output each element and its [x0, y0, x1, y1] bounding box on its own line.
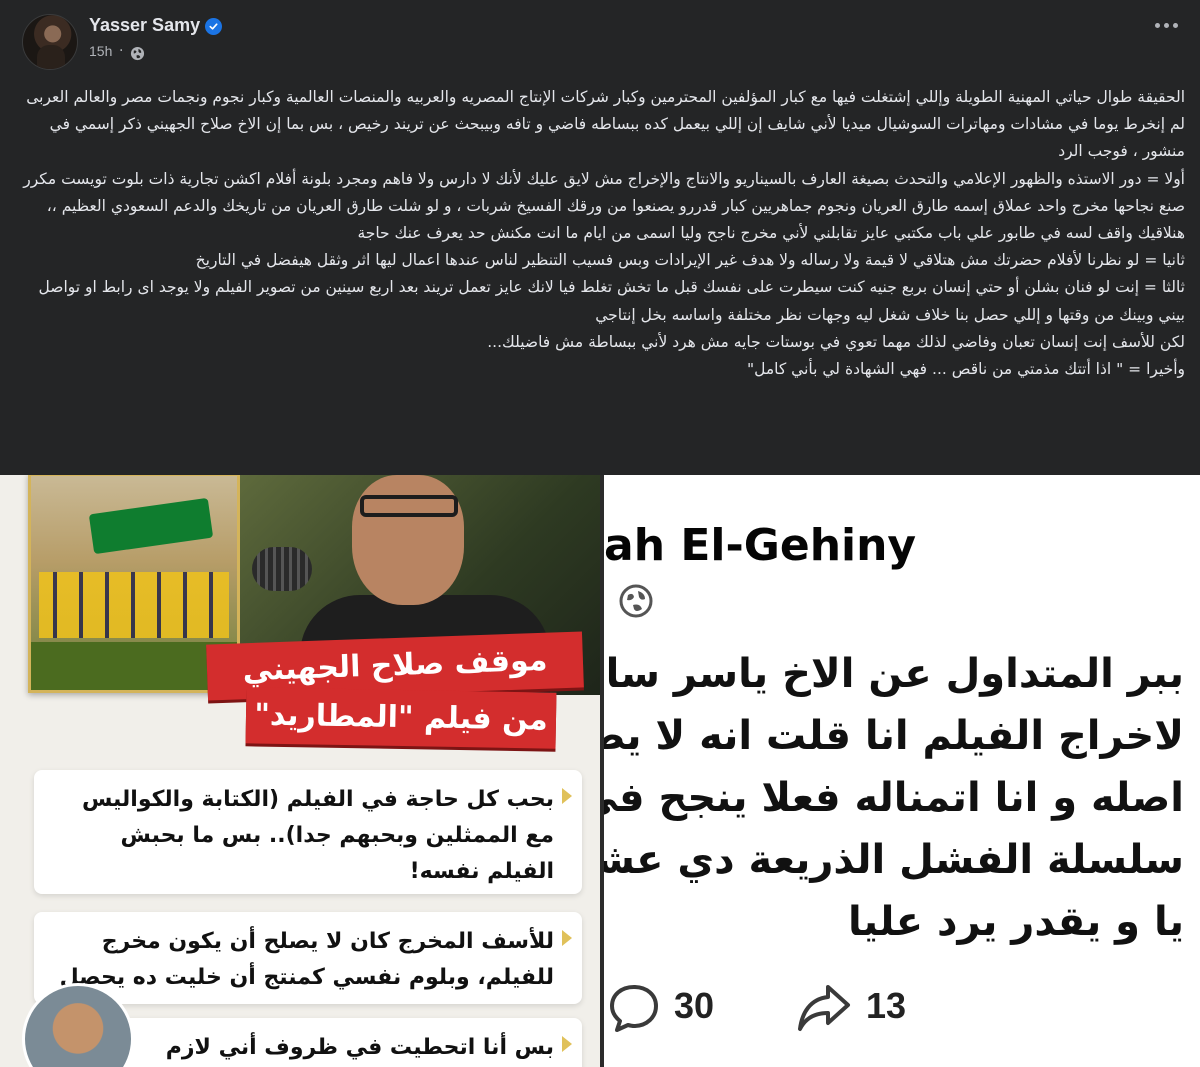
globe-icon: [619, 584, 653, 618]
headline-banner-subtitle: من فيلم "المطاريد": [245, 687, 557, 749]
post-paragraph: ثانيا = لو نظرنا لأفلام حضرتك مش هتلاقي …: [195, 251, 1185, 270]
share-icon: [798, 985, 850, 1031]
microphone-icon: [252, 547, 312, 591]
screenshot-image[interactable]: ah El-Gehiny ببر المتداول عن الاخ ياسر س…: [600, 475, 1200, 1067]
post-timestamp[interactable]: 15h: [89, 43, 112, 59]
globe-icon[interactable]: [130, 46, 145, 61]
post-paragraph: وأخيرا = " اذا أتتك مذمتي من ناقص ... فه…: [746, 360, 1185, 379]
news-graphic-image[interactable]: موقف صلاح الجهيني من فيلم "المطاريد" بحب…: [0, 475, 600, 1067]
verified-badge-icon: [205, 18, 222, 35]
post-paragraph: الحقيقة طوال حياتي المهنية الطويلة وإللي…: [26, 88, 1185, 161]
share-count: 13: [866, 985, 907, 1026]
post-body: الحقيقة طوال حياتي المهنية الطويلة وإللي…: [20, 84, 1185, 383]
post-header: Yasser Samy 15h ·: [0, 0, 1200, 80]
post-paragraph: لكن للأسف إنت إنسان تعبان وفاضي لذلك مهم…: [487, 332, 1185, 351]
more-options-icon[interactable]: [1150, 14, 1182, 36]
quoted-line: لاخراج الفيلم انا قلت انه لا يصلح: [604, 713, 1184, 759]
quoted-line: سلسلة الفشل الذريعة دي عشان: [604, 837, 1184, 883]
quoted-line: يا و يقدر يرد عليا: [848, 899, 1184, 945]
post-paragraph: أولا = دور الاستذه والظهور الإعلامي والت…: [23, 169, 1185, 243]
author-name[interactable]: Yasser Samy: [89, 15, 200, 36]
author-avatar[interactable]: [22, 14, 78, 70]
quote-card: للأسف المخرج كان لا يصلح أن يكون مخرج لل…: [34, 912, 582, 1004]
comment-icon: [610, 985, 658, 1032]
quoted-profile-name: ah El-Gehiny: [604, 520, 917, 571]
post-media[interactable]: موقف صلاح الجهيني من فيلم "المطاريد" بحب…: [0, 475, 1200, 1067]
quote-card: بحب كل حاجة في الفيلم (الكتابة والكواليس…: [34, 770, 582, 894]
meta-separator: ·: [119, 43, 124, 59]
quoted-post-text: ببر المتداول عن الاخ ياسر سامي لاخراج ال…: [604, 643, 1184, 953]
post-paragraph: ثالثا = إنت لو فنان بشلن أو حتي إنسان بر…: [38, 278, 1185, 324]
comment-count: 30: [674, 985, 715, 1026]
quoted-line: اصله و انا اتمناله فعلا ينجح في: [604, 775, 1184, 821]
quoted-line: ببر المتداول عن الاخ ياسر سامي: [604, 651, 1184, 697]
